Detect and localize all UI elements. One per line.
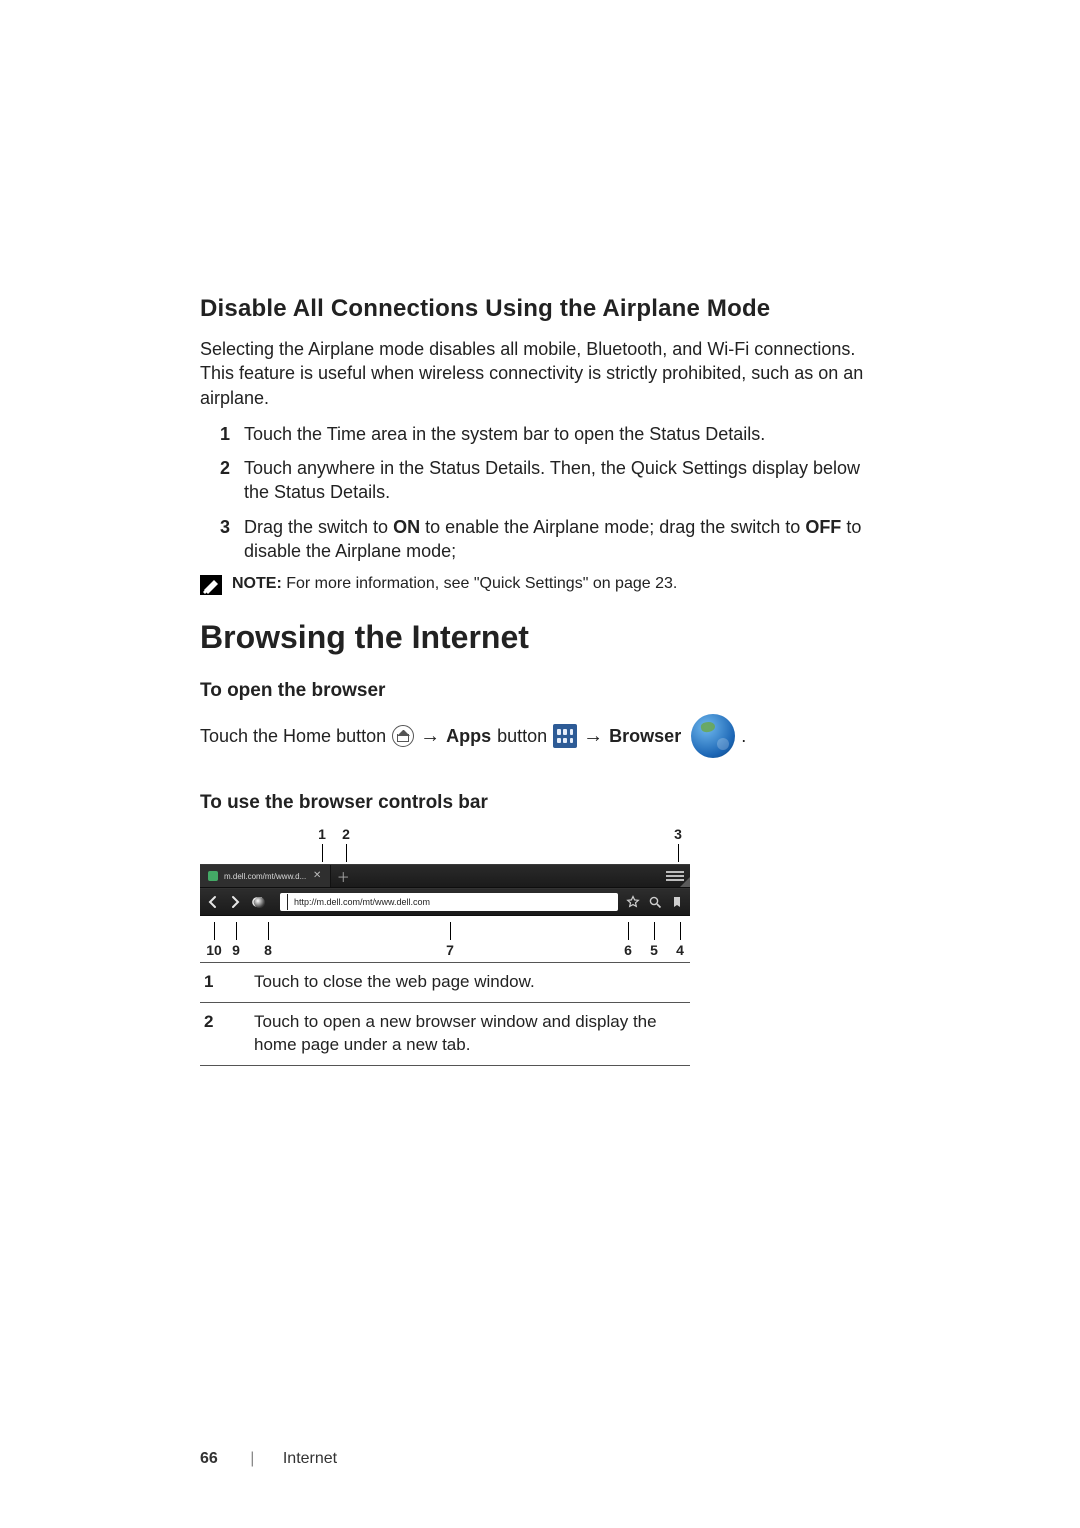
callout-6: 6 <box>616 922 640 958</box>
resize-corner-icon <box>680 877 690 887</box>
note-icon <box>200 575 222 595</box>
open-browser-line: Touch the Home button → Apps button → Br… <box>200 714 880 758</box>
row-text: Touch to open a new browser window and d… <box>254 1011 686 1057</box>
step-number: 2 <box>204 456 230 480</box>
note-text: NOTE: For more information, see "Quick S… <box>232 573 677 595</box>
row-number: 2 <box>204 1011 226 1057</box>
text-frag: Touch the Home button <box>200 726 386 747</box>
list-item: 2 Touch anywhere in the Status Details. … <box>236 456 880 505</box>
browser-nav-bar: http://m.dell.com/mt/www.dell.com <box>200 888 690 916</box>
star-icon[interactable] <box>626 895 640 909</box>
back-icon[interactable] <box>206 895 220 909</box>
arrow-icon: → <box>583 725 603 748</box>
on-label: ON <box>393 517 420 537</box>
airplane-steps-list: 1 Touch the Time area in the system bar … <box>200 422 880 563</box>
step-text: Touch anywhere in the Status Details. Th… <box>244 458 860 502</box>
row-text: Touch to close the web page window. <box>254 971 686 994</box>
forward-icon[interactable] <box>228 895 242 909</box>
url-input[interactable]: http://m.dell.com/mt/www.dell.com <box>280 893 618 911</box>
step-text: Drag the switch to ON to enable the Airp… <box>244 517 861 561</box>
callout-8: 8 <box>256 922 280 958</box>
page-footer: 66 | Internet <box>200 1450 337 1468</box>
list-item: 1 Touch the Time area in the system bar … <box>236 422 880 446</box>
callout-2: 2 <box>334 826 358 862</box>
footer-section: Internet <box>283 1450 337 1467</box>
url-text: http://m.dell.com/mt/www.dell.com <box>294 897 430 907</box>
browser-globe-icon <box>687 714 735 758</box>
off-label: OFF <box>805 517 841 537</box>
bookmark-icon[interactable] <box>670 895 684 909</box>
search-icon[interactable] <box>648 895 662 909</box>
text-frag: Drag the switch to <box>244 517 393 537</box>
page-number: 66 <box>200 1450 218 1467</box>
table-row: 1 Touch to close the web page window. <box>200 963 690 1003</box>
step-number: 1 <box>204 422 230 446</box>
browser-label: Browser <box>609 726 681 747</box>
browser-tab[interactable]: m.dell.com/mt/www.d... ✕ <box>200 865 331 887</box>
list-item: 3 Drag the switch to ON to enable the Ai… <box>236 515 880 564</box>
text-frag: . <box>741 726 746 747</box>
apps-icon <box>553 724 577 748</box>
note-label: NOTE: <box>232 575 282 592</box>
callout-9: 9 <box>224 922 248 958</box>
favicon-icon <box>208 871 218 881</box>
tab-label: m.dell.com/mt/www.d... <box>224 872 306 881</box>
text-frag: button <box>497 726 547 747</box>
callout-10: 10 <box>202 922 226 958</box>
table-row: 2 Touch to open a new browser window and… <box>200 1003 690 1066</box>
subheading-open-browser: To open the browser <box>200 680 880 702</box>
heading-airplane: Disable All Connections Using the Airpla… <box>200 295 880 323</box>
note-block: NOTE: For more information, see "Quick S… <box>200 573 880 595</box>
new-tab-button[interactable]: ＋ <box>331 865 355 887</box>
callout-4: 4 <box>668 922 692 958</box>
tab-close-icon[interactable]: ✕ <box>312 871 322 881</box>
callout-5: 5 <box>642 922 666 958</box>
text-cursor-icon <box>287 894 288 910</box>
airplane-intro: Selecting the Airplane mode disables all… <box>200 337 880 410</box>
row-number: 1 <box>204 971 226 994</box>
callout-descriptions: 1 Touch to close the web page window. 2 … <box>200 962 690 1066</box>
arrow-icon: → <box>420 725 440 748</box>
callout-3: 3 <box>666 826 690 862</box>
note-body: For more information, see "Quick Setting… <box>282 575 678 592</box>
footer-separator: | <box>250 1450 254 1467</box>
home-icon <box>392 725 414 747</box>
callout-1: 1 <box>310 826 334 862</box>
browser-controls-illustration: 1 2 3 m.dell.com/mt/www.d... ✕ ＋ <box>200 826 690 962</box>
apps-label: Apps <box>446 726 491 747</box>
callout-7: 7 <box>438 922 462 958</box>
heading-browsing: Browsing the Internet <box>200 619 880 656</box>
site-icon <box>254 897 265 908</box>
browser-tab-bar: m.dell.com/mt/www.d... ✕ ＋ <box>200 864 690 888</box>
step-number: 3 <box>204 515 230 539</box>
step-text: Touch the Time area in the system bar to… <box>244 424 765 444</box>
text-frag: to enable the Airplane mode; drag the sw… <box>420 517 805 537</box>
subheading-controls-bar: To use the browser controls bar <box>200 792 880 814</box>
